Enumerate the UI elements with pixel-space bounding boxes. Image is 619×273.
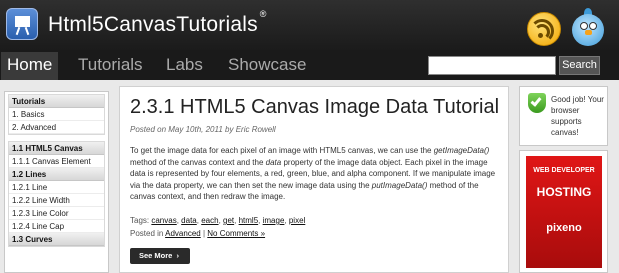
ad-brand-logo: pixeno (546, 222, 582, 234)
tag-link[interactable]: html5 (239, 216, 259, 225)
browser-support-message: Good job! Your browser supports canvas! (551, 95, 604, 137)
search-button[interactable]: Search (559, 56, 600, 75)
sidebar-block-html5-canvas: 1.1 HTML5 Canvas 1.1.1 Canvas Element 1.… (8, 141, 105, 247)
see-more-button[interactable]: See More › (130, 248, 190, 264)
ad-line-2: HOSTING (536, 185, 592, 199)
site-header: Html5CanvasTutorials ® (0, 0, 619, 52)
sidebar-item-canvas-element[interactable]: 1.1.1 Canvas Element (9, 155, 104, 168)
hosting-ad-banner[interactable]: WEB DEVELOPER HOSTING pixeno (526, 156, 602, 268)
sidebar-item-line-width[interactable]: 1.2.2 Line Width (9, 194, 104, 207)
nav-home[interactable]: Home (1, 52, 59, 80)
easel-logo-icon[interactable] (6, 8, 38, 40)
post-article: 2.3.1 HTML5 Canvas Image Data Tutorial P… (119, 86, 509, 273)
sidebar-item-basics[interactable]: 1. Basics (9, 108, 104, 121)
post-title[interactable]: 2.3.1 HTML5 Canvas Image Data Tutorial (130, 96, 499, 119)
twitter-bird-icon[interactable] (566, 6, 610, 50)
tag-link[interactable]: pixel (289, 216, 305, 225)
search-input[interactable] (428, 56, 556, 75)
post-body: To get the image data for each pixel of … (130, 146, 496, 202)
rss-icon[interactable] (527, 12, 561, 46)
site-title[interactable]: Html5CanvasTutorials ® (48, 9, 267, 37)
tag-link[interactable]: data (181, 216, 197, 225)
tags-line: Tags: canvas, data, each, get, html5, im… (130, 216, 306, 225)
sidebar-block-tutorials: Tutorials 1. Basics 2. Advanced (8, 94, 105, 135)
browser-support-box: Good job! Your browser supports canvas! (519, 86, 608, 146)
sidebar-item-advanced[interactable]: 2. Advanced (9, 121, 104, 134)
sidebar-item-line-cap[interactable]: 1.2.4 Line Cap (9, 220, 104, 233)
sidebar-item-line[interactable]: 1.2.1 Line (9, 181, 104, 194)
category-link[interactable]: Advanced (165, 229, 201, 238)
comments-link[interactable]: No Comments » (207, 229, 265, 238)
nav-labs[interactable]: Labs (166, 52, 203, 80)
posted-in-line: Posted in Advanced | No Comments » (130, 229, 266, 238)
nav-showcase[interactable]: Showcase (228, 52, 306, 80)
ad-box: WEB DEVELOPER HOSTING pixeno (519, 150, 608, 273)
left-sidebar: Tutorials 1. Basics 2. Advanced 1.1 HTML… (4, 91, 109, 273)
sidebar-heading: Tutorials (9, 95, 104, 108)
tag-link[interactable]: canvas (151, 216, 176, 225)
sidebar-item-line-color[interactable]: 1.2.3 Line Color (9, 207, 104, 220)
post-meta: Posted on May 10th, 2011 by Eric Rowell (130, 125, 276, 134)
sidebar-heading[interactable]: 1.2 Lines (9, 168, 104, 181)
shield-check-icon (528, 93, 546, 113)
registered-mark: ® (259, 9, 267, 19)
sidebar-heading[interactable]: 1.1 HTML5 Canvas (9, 142, 104, 155)
nav-tutorials[interactable]: Tutorials (78, 52, 143, 80)
tag-link[interactable]: image (263, 216, 285, 225)
sidebar-heading[interactable]: 1.3 Curves (9, 233, 104, 246)
tag-link[interactable]: each (201, 216, 218, 225)
tag-link[interactable]: get (223, 216, 234, 225)
ad-line-1: WEB DEVELOPER (533, 167, 595, 174)
chevron-right-icon: › (176, 251, 179, 260)
